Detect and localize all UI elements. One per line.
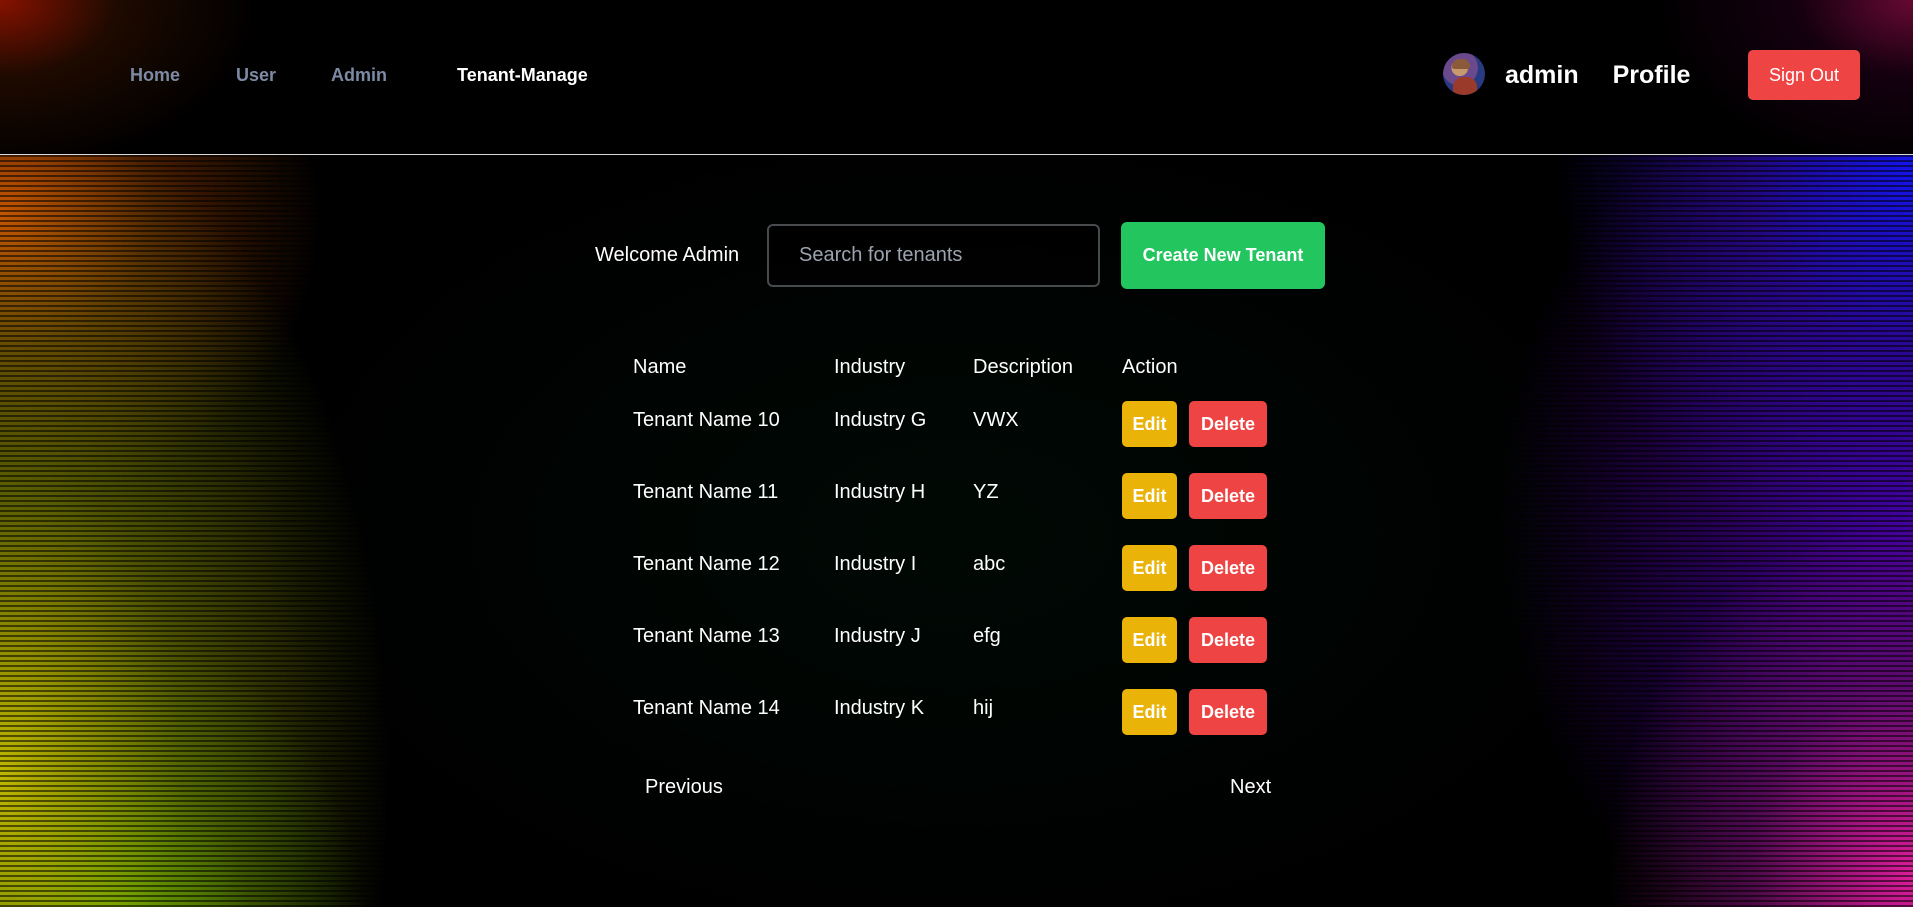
header-description: Description (973, 356, 1074, 378)
edit-button[interactable]: Edit (1122, 617, 1177, 663)
row-actions: Edit Delete (1122, 401, 1267, 447)
table-row: Tenant Name 11 Industry H YZ Edit Delete (633, 456, 1283, 528)
search-input[interactable] (767, 224, 1100, 287)
cell-description: VWX (973, 409, 1019, 431)
delete-button[interactable]: Delete (1189, 545, 1267, 591)
delete-button[interactable]: Delete (1189, 689, 1267, 735)
edit-button[interactable]: Edit (1122, 545, 1177, 591)
header-name: Name (633, 356, 687, 378)
main-nav: Home User Admin Tenant-Manage (130, 64, 644, 86)
avatar-body-shape (1453, 77, 1477, 95)
edit-button[interactable]: Edit (1122, 473, 1177, 519)
table-header-row: Name Industry Description Action (633, 350, 1283, 384)
profile-link[interactable]: Profile (1613, 61, 1691, 90)
table-row: Tenant Name 14 Industry K hij Edit Delet… (633, 672, 1283, 744)
nav-item-home[interactable]: Home (130, 64, 180, 86)
cell-description: efg (973, 625, 1001, 647)
next-page-button[interactable]: Next (1230, 775, 1271, 799)
avatar[interactable] (1443, 53, 1485, 95)
create-new-tenant-button[interactable]: Create New Tenant (1121, 222, 1325, 289)
table-row: Tenant Name 13 Industry J efg Edit Delet… (633, 600, 1283, 672)
cell-industry: Industry I (834, 553, 917, 575)
row-actions: Edit Delete (1122, 617, 1267, 663)
edit-button[interactable]: Edit (1122, 401, 1177, 447)
cell-industry: Industry H (834, 481, 926, 503)
header-industry: Industry (834, 356, 906, 378)
cell-name: Tenant Name 12 (633, 553, 780, 575)
nav-item-user[interactable]: User (236, 64, 276, 86)
page: Home User Admin Tenant-Manage admin Prof… (0, 0, 1913, 907)
delete-button[interactable]: Delete (1189, 473, 1267, 519)
cell-name: Tenant Name 14 (633, 697, 780, 719)
previous-page-button[interactable]: Previous (645, 775, 723, 799)
delete-button[interactable]: Delete (1189, 401, 1267, 447)
row-actions: Edit Delete (1122, 545, 1267, 591)
cell-industry: Industry K (834, 697, 925, 719)
cell-description: hij (973, 697, 994, 719)
cell-description: abc (973, 553, 1006, 575)
cell-description: YZ (973, 481, 999, 503)
cell-name: Tenant Name 10 (633, 409, 780, 431)
row-actions: Edit Delete (1122, 473, 1267, 519)
table-row: Tenant Name 12 Industry I abc Edit Delet… (633, 528, 1283, 600)
cell-name: Tenant Name 13 (633, 625, 780, 647)
username: admin (1505, 60, 1579, 89)
row-actions: Edit Delete (1122, 689, 1267, 735)
avatar-hood-shape (1452, 59, 1470, 69)
tenant-table: Name Industry Description Action Tenant … (633, 350, 1283, 744)
header-action: Action (1122, 356, 1178, 378)
delete-button[interactable]: Delete (1189, 617, 1267, 663)
sign-out-button[interactable]: Sign Out (1748, 50, 1860, 100)
cell-industry: Industry J (834, 625, 921, 647)
nav-item-tenant-manage[interactable]: Tenant-Manage (457, 64, 588, 86)
user-area: admin Profile (1443, 0, 1690, 150)
welcome-text: Welcome Admin (595, 244, 740, 266)
table-row: Tenant Name 10 Industry G VWX Edit Delet… (633, 384, 1283, 456)
top-navbar: Home User Admin Tenant-Manage admin Prof… (0, 0, 1913, 155)
nav-item-admin[interactable]: Admin (331, 64, 387, 86)
cell-industry: Industry G (834, 409, 927, 431)
cell-name: Tenant Name 11 (633, 481, 779, 503)
edit-button[interactable]: Edit (1122, 689, 1177, 735)
